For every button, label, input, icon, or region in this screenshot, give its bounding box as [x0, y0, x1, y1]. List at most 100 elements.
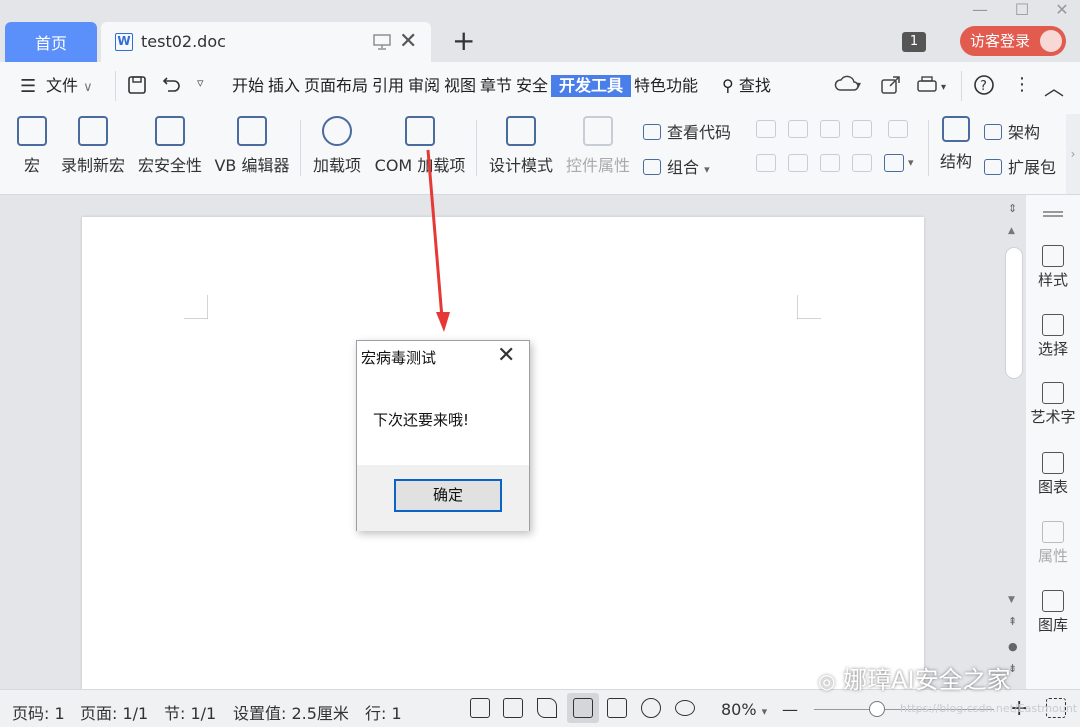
extension-pack-icon [984, 159, 1002, 175]
menu-references[interactable]: 引用 [372, 75, 404, 97]
row-number[interactable]: 行: 1 [365, 700, 402, 724]
minimize-icon[interactable]: — [970, 0, 990, 19]
menu-review[interactable]: 审阅 [408, 75, 440, 97]
guest-login-button[interactable]: 访客登录 [960, 26, 1066, 56]
scroll-down-icon[interactable]: ▼ [1008, 595, 1015, 605]
design-mode-button[interactable]: 设计模式 [488, 116, 554, 176]
previous-page-icon[interactable]: ⇞ [1008, 615, 1017, 628]
file-menu[interactable]: 文件 ∨ [46, 75, 93, 99]
side-select[interactable]: 选择 [1026, 314, 1080, 359]
web-view-icon[interactable] [641, 698, 661, 718]
side-gallery[interactable]: 图库 [1026, 590, 1080, 635]
menu-view[interactable]: 视图 [444, 75, 476, 97]
svg-text:?: ? [980, 79, 987, 94]
split-view-icon[interactable]: ⇕ [1008, 202, 1017, 215]
scroll-up-icon[interactable]: ▲ [1008, 226, 1015, 236]
macro-icon [17, 116, 47, 146]
page-number[interactable]: 页码: 1 [12, 700, 65, 724]
tab-close-icon[interactable]: ✕ [399, 31, 417, 53]
macro-security-button[interactable]: 宏安全性 [137, 116, 203, 176]
select-browse-object-icon[interactable]: ● [1008, 640, 1018, 653]
menu-start[interactable]: 开始 [232, 75, 264, 97]
hamburger-icon[interactable]: ☰ [20, 78, 36, 96]
framework-icon [984, 124, 1002, 140]
document-tab[interactable]: W test02.doc ✕ [101, 22, 431, 62]
section-count[interactable]: 节: 1/1 [164, 700, 216, 724]
outline-view-icon[interactable] [607, 698, 627, 718]
addins-button[interactable]: 加载项 [310, 116, 364, 176]
com-addins-label: COM 加载项 [374, 156, 466, 175]
side-styles[interactable]: 样式 [1026, 245, 1080, 290]
maximize-icon[interactable]: ☐ [1012, 0, 1032, 19]
record-macro-icon [78, 116, 108, 146]
com-addins-button[interactable]: COM 加载项 [372, 116, 468, 176]
dropdown-control-icon [788, 154, 808, 172]
checkbox-control-icon [888, 120, 908, 138]
search-button[interactable]: ⚲ 查找 [722, 75, 771, 97]
view-code-button[interactable]: 查看代码 [643, 119, 731, 143]
ribbon-scroll-right-icon[interactable]: › [1066, 114, 1080, 194]
avatar [1040, 30, 1062, 52]
extension-pack-button[interactable]: 扩展包 [984, 154, 1056, 178]
side-chart[interactable]: 图表 [1026, 452, 1080, 497]
group-label: 组合 [667, 158, 700, 177]
com-addin-icon [405, 116, 435, 146]
zoom-slider-knob[interactable] [869, 701, 885, 717]
search-label: 查找 [738, 76, 771, 95]
page-count[interactable]: 页面: 1/1 [80, 700, 148, 724]
pen-icon[interactable] [537, 698, 557, 718]
legacy-tools-icon[interactable] [884, 154, 904, 172]
reading-mode-icon[interactable] [503, 698, 523, 718]
monitor-icon[interactable] [373, 34, 391, 50]
chart-icon [1042, 452, 1064, 474]
more-options-icon[interactable]: ⋮ [1013, 74, 1031, 95]
setting-value[interactable]: 设置值: 2.5厘米 [233, 700, 349, 724]
record-macro-button[interactable]: 录制新宏 [60, 116, 126, 176]
menu-chapter[interactable]: 章节 [480, 75, 512, 97]
eye-protection-icon[interactable] [675, 700, 695, 716]
undo-icon[interactable] [160, 75, 182, 95]
zoom-level[interactable]: 80% ▾ [721, 700, 767, 719]
watermark-url: https://blog.csdn.net/Eastmount [900, 702, 1078, 715]
quick-access-more-icon[interactable]: ▿ [197, 76, 204, 91]
menu-developer-tools[interactable]: 开发工具 [551, 75, 632, 97]
new-tab-button[interactable]: + [452, 26, 475, 56]
guest-login-label: 访客登录 [970, 32, 1031, 50]
macro-security-icon [155, 116, 185, 146]
print-icon[interactable]: ▾ [916, 75, 952, 95]
page-view-icon[interactable] [573, 698, 593, 718]
chevron-down-icon[interactable]: ▾ [908, 156, 914, 169]
save-icon[interactable] [127, 75, 147, 95]
menu-insert[interactable]: 插入 [268, 75, 300, 97]
home-tab[interactable]: 首页 [5, 22, 97, 62]
control-properties-button[interactable]: 控件属性 [565, 116, 631, 176]
window-count-badge[interactable]: 1 [902, 32, 926, 52]
message-box: 宏病毒测试 ✕ 下次还要来哦! 确定 [356, 340, 530, 531]
scrollbar-thumb[interactable] [1005, 247, 1023, 379]
menu-page-layout[interactable]: 页面布局 [304, 75, 368, 97]
side-gallery-label: 图库 [1037, 616, 1068, 634]
collapse-ribbon-icon[interactable]: ︿ [1044, 72, 1064, 101]
help-icon[interactable]: ? [973, 74, 995, 96]
dialog-close-icon[interactable]: ✕ [497, 343, 515, 369]
framework-label: 架构 [1008, 123, 1041, 142]
macro-button[interactable]: 宏 [12, 116, 52, 176]
close-window-icon[interactable]: ✕ [1052, 0, 1072, 19]
side-properties[interactable]: 属性 [1026, 521, 1080, 566]
side-panel: 样式 选择 艺术字 图表 属性 图库 [1026, 195, 1080, 689]
menu-security[interactable]: 安全 [516, 75, 548, 97]
vb-editor-button[interactable]: VB 编辑器 [213, 116, 291, 176]
cloud-sync-icon[interactable]: ▾ [834, 74, 864, 96]
fullscreen-icon[interactable] [470, 698, 490, 718]
chevron-down-icon: ▾ [761, 705, 768, 718]
framework-button[interactable]: 架构 [984, 119, 1040, 143]
share-icon[interactable] [880, 75, 902, 95]
zoom-out-button[interactable]: — [782, 700, 798, 719]
group-button[interactable]: 组合 ▾ [643, 154, 710, 178]
structure-button[interactable]: 结构 [936, 116, 976, 172]
ok-button[interactable]: 确定 [394, 479, 502, 512]
combo-box-control-icon [756, 154, 776, 172]
side-wordart[interactable]: 艺术字 [1026, 382, 1080, 427]
panel-handle-icon[interactable] [1043, 211, 1063, 213]
menu-special-features[interactable]: 特色功能 [634, 75, 698, 97]
